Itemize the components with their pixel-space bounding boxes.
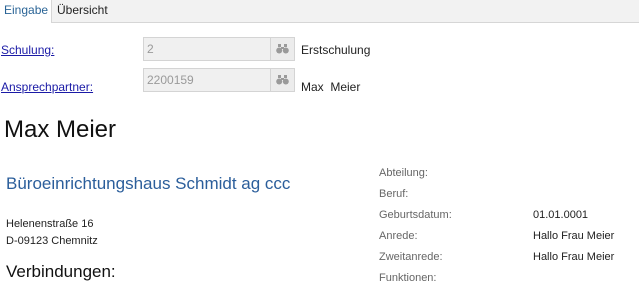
info-label-funktionen: Funktionen:: [379, 272, 437, 284]
company-name: Büroeinrichtungshaus Schmidt ag ccc: [6, 174, 291, 193]
info-label-anrede: Anrede:: [379, 230, 418, 242]
ansprechpartner-value: 2200159: [147, 73, 194, 87]
ansprechpartner-description: Max Meier: [301, 80, 361, 94]
ansprechpartner-lookup-button[interactable]: [270, 69, 294, 91]
info-label-beruf: Beruf:: [379, 188, 409, 200]
tab-uebersicht[interactable]: Übersicht: [53, 0, 112, 22]
info-label-zweitanrede: Zweitanrede:: [379, 251, 443, 263]
ansprechpartner-link[interactable]: Ansprechpartner:: [1, 80, 93, 94]
info-value-geburtsdatum: 01.01.0001: [533, 209, 589, 221]
schulung-description: Erstschulung: [301, 43, 371, 57]
info-value-zweitanrede: Hallo Frau Meier: [533, 251, 615, 263]
company-city: D-09123 Chemnitz: [6, 235, 98, 247]
binoculars-icon: [276, 75, 289, 85]
schulung-input[interactable]: 2: [143, 37, 295, 61]
binoculars-icon: [276, 44, 289, 54]
info-label-geburtsdatum: Geburtsdatum:: [379, 209, 452, 221]
person-name: Max Meier: [4, 116, 117, 143]
info-value-anrede: Hallo Frau Meier: [533, 230, 615, 242]
tab-eingabe[interactable]: Eingabe: [0, 0, 52, 23]
schulung-link[interactable]: Schulung:: [1, 43, 54, 57]
company-street: Helenenstraße 16: [6, 218, 94, 230]
schulung-value: 2: [147, 42, 154, 56]
info-label-abteilung: Abteilung:: [379, 167, 428, 179]
schulung-lookup-button[interactable]: [270, 38, 294, 60]
ansprechpartner-input[interactable]: 2200159: [143, 68, 295, 92]
connections-heading: Verbindungen:: [6, 262, 116, 281]
tab-bar: Eingabe Übersicht: [0, 0, 639, 23]
